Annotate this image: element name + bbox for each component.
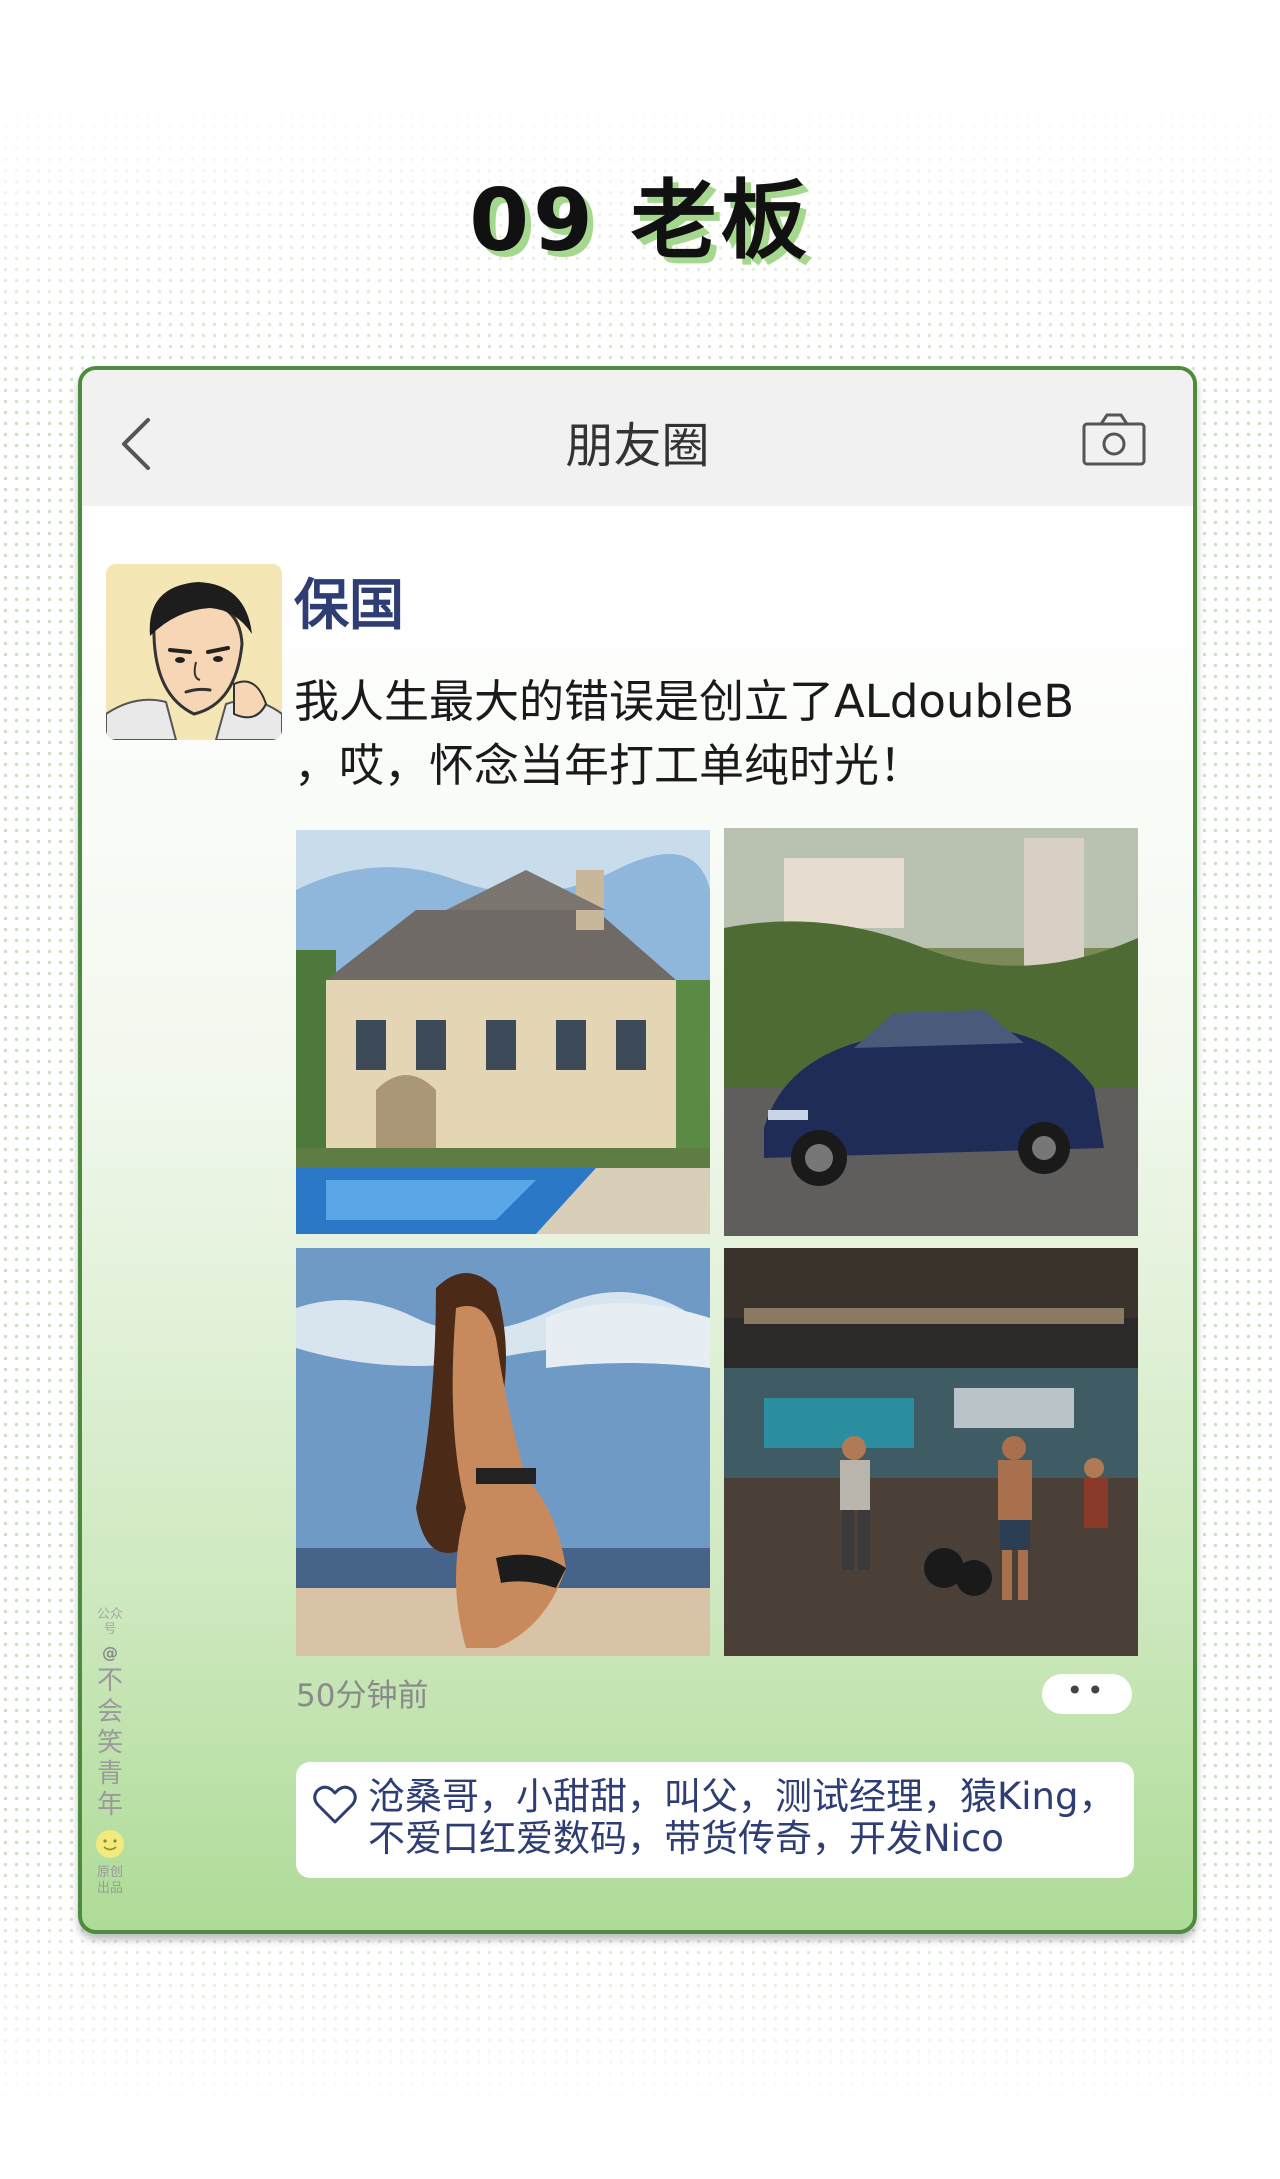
post-text-line: 我人生最大的错误是创立了ALdoubleB <box>294 675 1075 728</box>
car-painting <box>724 828 1138 1236</box>
gym-painting <box>724 1248 1138 1656</box>
beach-painting <box>296 1248 710 1656</box>
avatar[interactable] <box>106 564 282 740</box>
navbar-title: 朋友圈 <box>565 418 710 474</box>
woman-on-beach-photo[interactable] <box>296 1248 710 1656</box>
avatar-cartoon-man <box>106 564 282 740</box>
post-username[interactable]: 保国 <box>294 560 404 640</box>
heart-icon <box>313 1785 357 1824</box>
likes-list: 沧桑哥，小甜甜，叫父，测试经理，猿King， 不爱口红爱数码，带货传奇，开发Ni… <box>368 1776 1124 1860</box>
likes-line: 沧桑哥，小甜甜，叫父，测试经理，猿King， <box>368 1775 1116 1818</box>
smiley-icon <box>96 1830 124 1858</box>
watermark: 公众号 @ 不会笑青年 原创出品 <box>94 1607 126 1897</box>
mansion-painting <box>296 830 710 1234</box>
more-options-button[interactable]: •• <box>1042 1674 1132 1714</box>
watermark-top: 公众号 <box>96 1607 123 1637</box>
navbar: 朋友圈 <box>82 370 1193 506</box>
camera-icon[interactable] <box>1081 410 1147 468</box>
watermark-at: @ <box>102 1643 118 1662</box>
watermark-name: 不会笑青年 <box>96 1666 123 1820</box>
blue-sports-car-photo[interactable] <box>724 828 1138 1236</box>
likes-box: 沧桑哥，小甜甜，叫父，测试经理，猿King， 不爱口红爱数码，带货传奇，开发Ni… <box>296 1762 1134 1878</box>
mansion-with-pool-photo[interactable] <box>296 830 710 1234</box>
likes-line: 不爱口红爱数码，带货传奇，开发Nico <box>368 1817 1004 1860</box>
crossfit-gym-photo[interactable] <box>724 1248 1138 1656</box>
watermark-bottom: 原创出品 <box>96 1865 123 1896</box>
moments-card: 朋友圈 保国 我人生最大的错误是创立了ALdoubleB ，哎，怀念当年打工单纯… <box>78 366 1197 1934</box>
page-title: 09 老板 <box>469 171 811 271</box>
post-text-line: ，哎，怀念当年打工单纯时光！ <box>294 739 925 792</box>
post-text: 我人生最大的错误是创立了ALdoubleB ，哎，怀念当年打工单纯时光！ <box>294 670 1154 798</box>
post-time: 50分钟前 <box>296 1678 429 1714</box>
